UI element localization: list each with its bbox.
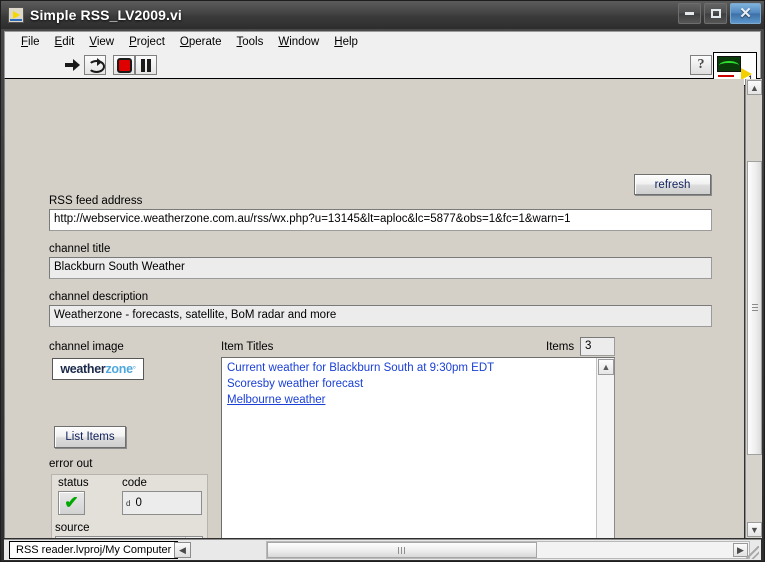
list-item[interactable]: Scoresby weather forecast xyxy=(222,376,594,392)
items-count-label: Items xyxy=(546,341,575,353)
front-panel: refresh RSS feed address http://webservi… xyxy=(4,79,744,538)
status-bar: RSS reader.lvproj/My Computer ◀ ▶ xyxy=(4,539,761,560)
scrollbar-thumb[interactable] xyxy=(267,542,537,558)
close-icon: ✕ xyxy=(739,5,752,22)
error-source-scrollbar[interactable]: ▲ ▼ xyxy=(185,537,202,538)
channel-description-indicator: Weatherzone - forecasts, satellite, BoM … xyxy=(49,305,712,327)
channel-image-weatherzone-logo: weather zone ° xyxy=(52,358,144,380)
abort-execution-button[interactable] xyxy=(113,55,135,75)
item-titles-label: Item Titles xyxy=(221,341,274,353)
error-code-indicator: d 0 xyxy=(122,491,202,515)
labview-window: Simple RSS_LV2009.vi ✕ File Edit View Pr… xyxy=(0,0,765,562)
menu-item-file[interactable]: File xyxy=(14,34,48,50)
run-continuously-button[interactable] xyxy=(84,55,106,75)
list-items-button[interactable]: List Items xyxy=(54,426,126,448)
list-item[interactable]: Melbourne weather xyxy=(222,392,594,408)
logo-text-weather: weather xyxy=(60,362,106,376)
resize-grip-icon[interactable] xyxy=(746,546,759,559)
chevron-left-icon: ◀ xyxy=(179,544,186,555)
panel-vertical-scrollbar[interactable]: ▲ ▼ xyxy=(745,79,762,538)
error-out-label: error out xyxy=(49,458,93,470)
title-bar: Simple RSS_LV2009.vi ✕ xyxy=(1,1,764,29)
window-controls: ✕ xyxy=(678,3,761,24)
menu-item-project[interactable]: Project xyxy=(122,34,173,50)
horizontal-scrollbar[interactable]: ▶ xyxy=(266,541,750,559)
logo-text-zone: zone xyxy=(105,362,133,376)
close-button[interactable]: ✕ xyxy=(730,3,761,24)
error-code-label: code xyxy=(122,477,147,489)
run-arrow-icon xyxy=(65,58,81,72)
logo-degree-symbol: ° xyxy=(132,364,136,374)
item-titles-scrollbar[interactable]: ▲ ▼ xyxy=(596,358,614,538)
thumb-grip xyxy=(752,304,758,312)
pause-icon xyxy=(140,58,152,72)
question-mark-icon: ? xyxy=(697,57,705,72)
channel-title-indicator: Blackburn South Weather xyxy=(49,257,712,279)
scroll-up-icon[interactable]: ▲ xyxy=(598,359,614,375)
list-item[interactable]: Current weather for Blackburn South at 9… xyxy=(222,360,594,376)
error-status-label: status xyxy=(58,477,89,489)
rss-feed-address-label: RSS feed address xyxy=(49,195,143,207)
run-button[interactable] xyxy=(62,55,84,75)
context-help-button[interactable]: ? xyxy=(690,55,712,75)
error-code-value: 0 xyxy=(135,497,142,509)
labview-vi-icon xyxy=(8,7,24,23)
scroll-up-icon[interactable]: ▲ xyxy=(747,80,762,95)
menu-item-operate[interactable]: Operate xyxy=(173,34,230,50)
refresh-button[interactable]: refresh xyxy=(634,174,711,195)
thumb-grip xyxy=(398,547,406,554)
rss-feed-address-input[interactable]: http://webservice.weatherzone.com.au/rss… xyxy=(49,209,712,231)
window-title: Simple RSS_LV2009.vi xyxy=(30,7,182,23)
maximize-button[interactable] xyxy=(704,3,727,24)
error-source-indicator: ▲ ▼ xyxy=(55,536,203,538)
scroll-down-icon[interactable]: ▼ xyxy=(747,522,762,537)
error-status-indicator: ✔ xyxy=(58,491,85,515)
error-source-label: source xyxy=(55,522,90,534)
item-titles-listbox[interactable]: Current weather for Blackburn South at 9… xyxy=(221,357,615,538)
items-count-indicator: 3 xyxy=(580,337,615,356)
project-context-label: RSS reader.lvproj/My Computer xyxy=(9,541,179,559)
menu-bar: File Edit View Project Operate Tools Win… xyxy=(4,31,761,51)
abort-execution-icon xyxy=(116,57,132,73)
channel-image-label: channel image xyxy=(49,341,124,353)
minimize-button[interactable] xyxy=(678,3,701,24)
run-toolbar: ? 1 xyxy=(4,51,761,86)
radix-icon: d xyxy=(126,498,131,508)
channel-title-label: channel title xyxy=(49,243,111,255)
scrollbar-thumb[interactable] xyxy=(747,161,762,455)
minimize-icon xyxy=(685,12,694,15)
checkmark-icon: ✔ xyxy=(64,492,79,512)
channel-description-label: channel description xyxy=(49,291,149,303)
menu-item-tools[interactable]: Tools xyxy=(229,34,271,50)
waveform-icon xyxy=(717,56,741,72)
pause-button[interactable] xyxy=(135,55,157,75)
run-continuously-icon xyxy=(87,58,105,73)
menu-item-view[interactable]: View xyxy=(82,34,122,50)
wire-red xyxy=(718,75,734,77)
maximize-icon xyxy=(710,9,721,18)
collapse-button[interactable]: ◀ xyxy=(174,542,191,558)
menu-item-window[interactable]: Window xyxy=(271,34,327,50)
menu-item-edit[interactable]: Edit xyxy=(48,34,83,50)
item-titles-rows: Current weather for Blackburn South at 9… xyxy=(222,360,594,408)
menu-item-help[interactable]: Help xyxy=(327,34,366,50)
